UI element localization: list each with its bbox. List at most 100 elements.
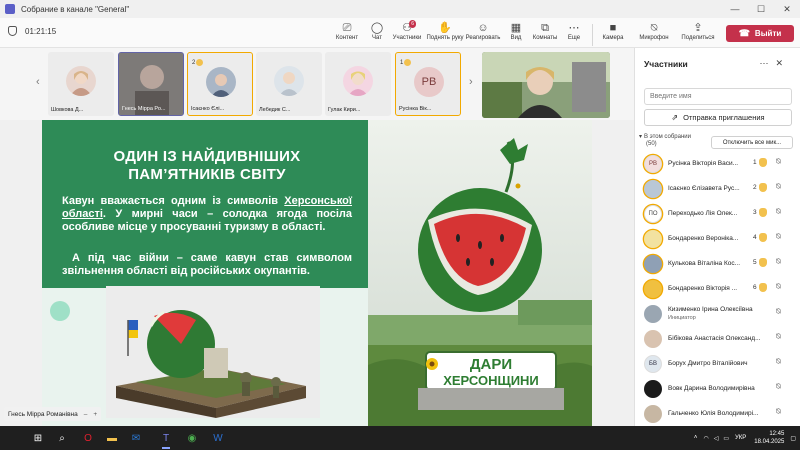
minimize-button[interactable]: — [722, 0, 748, 18]
tile-name: Гнесь Мірра Ро... [122, 106, 166, 112]
close-icon[interactable]: ✕ [775, 58, 790, 68]
system-tray: ˄ ◠ ◁ ▭ УКР 12:45 18.04.2025 ▢ [694, 428, 796, 448]
participant-row[interactable]: Вовк Дарина Володимирівна ⍉ [635, 376, 800, 401]
shield-icon [8, 26, 17, 36]
participant-avatar: ПО [644, 204, 662, 223]
microphone-off-icon: ⍉ [776, 232, 781, 241]
clock-time: 12:45 [769, 431, 785, 437]
avatar [206, 67, 236, 97]
keyboard-language[interactable]: УКР [735, 435, 746, 441]
content-label: Контент [335, 35, 359, 41]
volume-icon[interactable]: ◁ [714, 435, 719, 442]
raise-hand-button[interactable]: ✋ Поднять руку [426, 21, 464, 41]
slide-title: ОДИН ІЗ НАЙДИВНІШИХ ПАМ’ЯТНИКІВ СВІТУ [62, 148, 352, 184]
hand-order-number: 1 [753, 159, 757, 166]
panel-title: Участники [644, 59, 688, 69]
slide-paragraph: Кавун вважається одним із символів Херсо… [62, 195, 352, 233]
more-button[interactable]: ⋯ Еще [557, 21, 591, 41]
participant-row[interactable]: Гальченко Юлія Володимирі... ⍉ [635, 401, 800, 426]
more-icon[interactable]: ⋯ [759, 58, 775, 68]
participant-row[interactable]: БВ Боруx Дмитро Віталійович ⍉ [635, 351, 800, 376]
content-button[interactable]: ⎚ Контент [330, 21, 364, 41]
search-icon[interactable]: ⌕ [54, 430, 70, 446]
microphone-off-icon: ⍉ [776, 357, 781, 366]
invite-label: Отправка приглашения [683, 113, 765, 122]
share-button[interactable]: ⇪ Поделиться [681, 21, 715, 41]
panel-actions: ⋯✕ [759, 58, 790, 69]
plus-icon[interactable]: + [93, 411, 97, 418]
clock[interactable]: 12:45 18.04.2025 [754, 430, 784, 446]
participant-row[interactable]: Кулькова Віталіна Кос... 5 ⍉ [635, 251, 800, 276]
tile-name: Лебедик С... [259, 107, 291, 113]
slide-paragraph: А під час війни – саме кавун став символ… [62, 252, 352, 277]
sign-line-1: ДАРИ [470, 356, 512, 373]
shared-content-stage: ОДИН ІЗ НАЙДИВНІШИХ ПАМ’ЯТНИКІВ СВІТУ Ка… [0, 120, 634, 426]
teams-icon[interactable]: T [158, 430, 174, 449]
participant-tile[interactable]: Гнесь Мірра Ро... [118, 52, 184, 116]
participant-row[interactable]: Бібікова Анастасія Олександ... ⍉ [635, 326, 800, 351]
participant-tile[interactable]: Гулак Кири... [325, 52, 391, 116]
chevron-left-icon[interactable]: ‹ [36, 76, 40, 88]
self-video-tile[interactable] [482, 52, 610, 118]
chevron-up-icon[interactable]: ˄ [694, 435, 698, 441]
battery-icon[interactable]: ▭ [723, 435, 729, 442]
participant-tile[interactable]: 1 РВ Русінка Вік... [395, 52, 461, 116]
avatar-initials: РВ [414, 67, 444, 97]
notifications-icon[interactable]: ▢ [790, 435, 796, 442]
participants-badge: 6 [409, 20, 416, 28]
participant-tile[interactable]: 2 Ісаєнко Єлі... [187, 52, 253, 116]
people-icon: ⚇ [402, 22, 412, 34]
close-button[interactable]: ✕ [774, 0, 800, 18]
word-icon[interactable]: W [210, 430, 226, 446]
participants-label: Участники [392, 35, 422, 41]
participant-search-input[interactable] [644, 88, 792, 105]
participant-tile[interactable]: Шовкова Д... [48, 52, 114, 116]
participant-row[interactable]: Ісаєнко Єлізавета Рус... 2 ⍉ [635, 176, 800, 201]
mute-all-button[interactable]: Отключить все мик... [711, 136, 793, 149]
participant-tile[interactable]: Лебедик С... [256, 52, 322, 116]
window-controls: — ☐ ✕ [722, 0, 800, 18]
file-explorer-icon[interactable]: ▬ [104, 430, 120, 446]
microphone-button[interactable]: ⍉ Микрофон [637, 21, 671, 41]
participant-avatar [644, 404, 662, 423]
outlook-icon[interactable]: ✉ [128, 430, 144, 446]
participant-row[interactable]: РВ Русінка Вікторія Васи... 1 ⍉ [635, 151, 800, 176]
chevron-right-icon[interactable]: › [469, 76, 473, 88]
avatar-photo [206, 67, 236, 97]
maximize-button[interactable]: ☐ [748, 0, 774, 18]
participant-row[interactable]: ПО Переходько Лія Олек... 3 ⍉ [635, 201, 800, 226]
microphone-off-icon: ⍉ [776, 332, 781, 341]
chrome-icon[interactable]: ◉ [184, 430, 200, 446]
participants-button[interactable]: ⚇ 6 Участники [390, 20, 424, 41]
chat-label: Чат [372, 35, 382, 41]
participant-row[interactable]: Бондаренко Вікторія ... 6 ⍉ [635, 276, 800, 301]
opera-icon[interactable]: O [80, 430, 96, 446]
participants-panel: Участники ⋯✕ ⇗ Отправка приглашения ▾В э… [634, 48, 800, 426]
diorama-photo [106, 286, 320, 418]
windows-start-icon[interactable]: ⊞ [30, 430, 46, 446]
chat-icon: ◯ [370, 22, 384, 34]
raise-hand-icon [404, 59, 412, 66]
leave-button[interactable]: ☎ Выйти [726, 25, 794, 42]
section-header[interactable]: ▾ В этом собрании (50) [639, 134, 691, 148]
slide-title-line: ПАМ’ЯТНИКІВ СВІТУ [128, 166, 286, 183]
window-title: Собрание в канале "General" [21, 4, 130, 14]
toolbar-divider [592, 24, 593, 46]
sign-line-2: ХЕРСОНЩИНИ [443, 373, 539, 388]
raise-hand-icon [196, 59, 204, 66]
send-invite-button[interactable]: ⇗ Отправка приглашения [644, 109, 792, 126]
minus-icon[interactable]: – [84, 411, 88, 418]
participant-row[interactable]: Бондаренко Вероніка... 4 ⍉ [635, 226, 800, 251]
participant-avatar [644, 279, 662, 298]
participant-avatar [644, 254, 662, 273]
microphone-off-icon: ⍉ [776, 182, 781, 191]
participant-row[interactable]: Кизименко Ірина Олексіївна Инициатор ⍉ [635, 301, 800, 326]
camera-button[interactable]: ■ Камера [596, 21, 630, 41]
hand-order-number: 2 [753, 184, 757, 191]
react-button[interactable]: ☺ Реагировать [464, 21, 502, 41]
slide-text-panel: ОДИН ІЗ НАЙДИВНІШИХ ПАМ’ЯТНИКІВ СВІТУ Ка… [42, 120, 368, 426]
network-icon[interactable]: ◠ [703, 435, 708, 442]
chat-button[interactable]: ◯ Чат [360, 21, 394, 41]
microphone-off-icon: ⍉ [776, 382, 781, 391]
microphone-off-icon: ⍉ [776, 207, 781, 216]
